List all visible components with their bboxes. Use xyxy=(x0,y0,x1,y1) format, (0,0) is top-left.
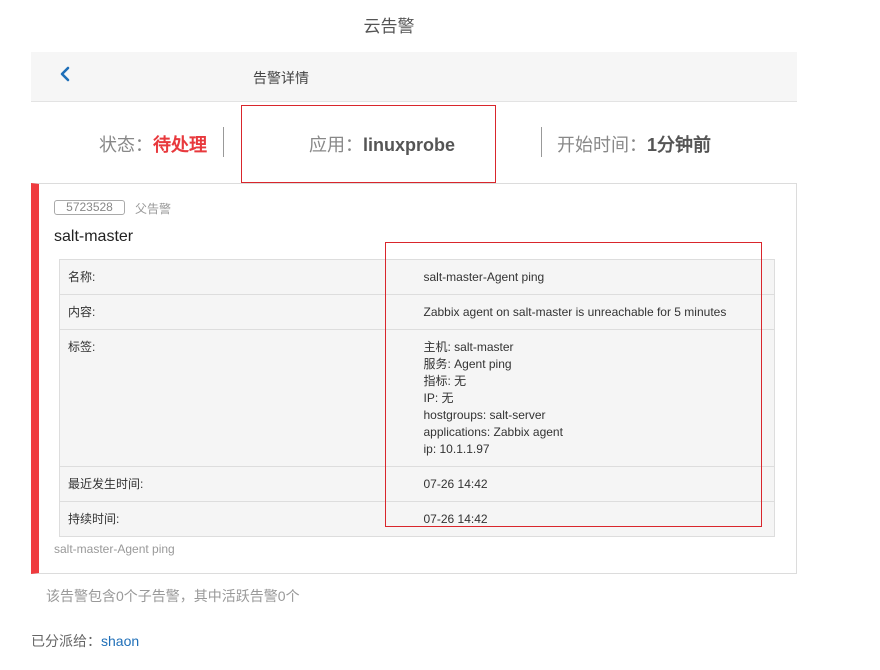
table-row: 名称: salt-master-Agent ping xyxy=(60,260,775,295)
detail-table: 名称: salt-master-Agent ping 内容: Zabbix ag… xyxy=(59,259,775,537)
row-value: salt-master-Agent ping xyxy=(423,270,545,284)
start-time-value: 1分钟前 xyxy=(647,135,712,155)
row-value: Zabbix agent on salt-master is unreachab… xyxy=(415,294,775,330)
alert-id-badge: 5723528 xyxy=(54,200,125,215)
start-time-label: 开始时间： xyxy=(557,135,647,155)
parent-alert-label: 父告警 xyxy=(135,202,172,216)
table-row: 内容: Zabbix agent on salt-master is unrea… xyxy=(59,294,775,330)
status-label: 状态： xyxy=(99,135,153,155)
tag-item: ip: 10.1.1.97 xyxy=(423,442,490,456)
start-time-field: 开始时间：1分钟前 xyxy=(557,131,711,157)
row-key: 标签: xyxy=(59,329,416,467)
row-key: 最近发生时间: xyxy=(59,466,416,502)
row-key: 持续时间: xyxy=(59,501,416,537)
table-row: 标签: 主机: salt-master 服务: Agent ping 指标: 无… xyxy=(59,329,775,467)
assignment-label: 已分派给： xyxy=(31,633,101,649)
alert-card: 5723528 父告警 salt-master 名称: salt-master-… xyxy=(31,183,797,574)
status-value: 待处理 xyxy=(153,135,207,155)
alert-summary: 状态：待处理 应用：linuxprobe 开始时间：1分钟前 xyxy=(31,103,797,183)
chevron-left-icon xyxy=(60,66,70,82)
row-value: 07-26 14:42 xyxy=(415,466,775,502)
page-title: 告警详情 xyxy=(253,70,309,86)
status-field: 状态：待处理 xyxy=(99,131,207,157)
alert-title: salt-master xyxy=(54,228,134,245)
application-label: 应用： xyxy=(309,135,363,155)
table-row: 最近发生时间: 07-26 14:42 xyxy=(59,466,775,502)
assignee-link[interactable]: shaon xyxy=(101,633,139,649)
application-field: 应用：linuxprobe xyxy=(309,131,455,157)
row-key: 内容: xyxy=(59,294,416,330)
divider xyxy=(541,127,542,157)
tag-list: 主机: salt-master 服务: Agent ping 指标: 无 IP:… xyxy=(415,329,775,467)
tag-item: hostgroups: salt-server xyxy=(423,408,546,422)
alert-footer: salt-master-Agent ping xyxy=(54,542,175,556)
tag-item: applications: Zabbix agent xyxy=(423,425,563,439)
application-value: linuxprobe xyxy=(363,135,456,155)
tag-item: 服务: Agent ping xyxy=(423,357,512,371)
row-value: 07-26 14:42 xyxy=(415,501,775,537)
assignment: 已分派给：shaon xyxy=(31,631,139,651)
tag-item: IP: 无 xyxy=(423,391,454,405)
tag-item: 主机: salt-master xyxy=(423,340,514,354)
row-key: 名称: xyxy=(68,270,96,284)
back-button[interactable] xyxy=(59,66,79,86)
app-title: 云告警 xyxy=(363,17,415,36)
divider xyxy=(223,127,224,157)
navbar: 告警详情 xyxy=(31,52,797,102)
child-alert-summary: 该告警包含0个子告警，其中活跃告警0个 xyxy=(46,588,300,604)
table-row: 持续时间: 07-26 14:42 xyxy=(59,501,775,537)
tag-item: 指标: 无 xyxy=(423,374,467,388)
